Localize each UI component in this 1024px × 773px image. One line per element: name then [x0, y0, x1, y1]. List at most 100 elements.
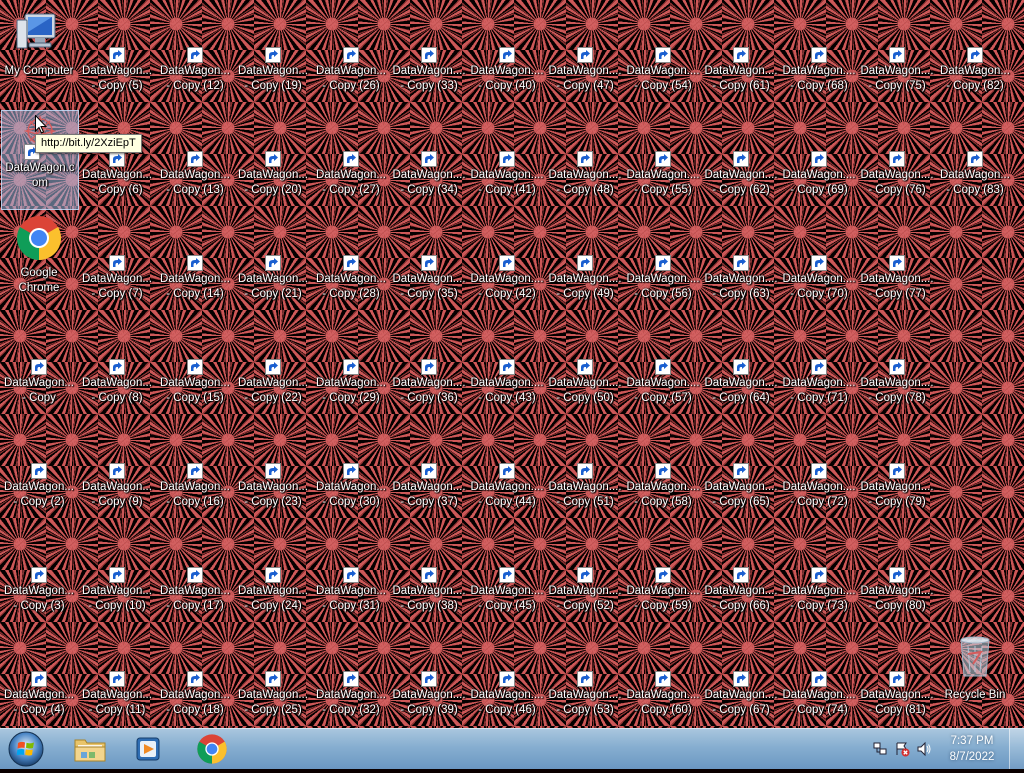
datawagon-copy-shortcut[interactable]: DataWagon.... - Copy (71)	[780, 318, 858, 418]
datawagon-copy-shortcut[interactable]: DataWagon... - Copy (10)	[78, 526, 156, 626]
shortcut-label-line2: - Copy (16)	[166, 496, 224, 508]
datawagon-copy-shortcut[interactable]: DataWagon... - Copy (4)	[0, 630, 78, 728]
datawagon-copy-shortcut[interactable]: DataWagon.... - Copy (81)	[858, 630, 936, 728]
datawagon-copy-shortcut[interactable]: DataWagon.... - Copy (75)	[858, 6, 936, 106]
datawagon-copy-shortcut[interactable]: DataWagon.... - Copy (39)	[390, 630, 468, 728]
datawagon-copy-shortcut[interactable]: DataWagon.... - Copy (37)	[390, 422, 468, 522]
datawagon-copy-shortcut[interactable]: DataWagon... - Copy (17)	[156, 526, 234, 626]
datawagon-copy-shortcut[interactable]: DataWagon.... - Copy (66)	[702, 526, 780, 626]
datawagon-copy-shortcut[interactable]: DataWagon.... - Copy (58)	[624, 422, 702, 522]
datawagon-copy-shortcut[interactable]: DataWagon.... - Copy (59)	[624, 526, 702, 626]
datawagon-copy-shortcut[interactable]: DataWagon.... - Copy (73)	[780, 526, 858, 626]
shortcut-arrow-icon	[265, 671, 281, 687]
datawagon-copy-shortcut[interactable]: DataWagon.... - Copy (34)	[390, 110, 468, 210]
datawagon-copy-shortcut[interactable]: DataWagon... - Copy (5)	[78, 6, 156, 106]
datawagon-copy-shortcut[interactable]: DataWagon.... - Copy (57)	[624, 318, 702, 418]
datawagon-copy-shortcut[interactable]: DataWagon.... - Copy (68)	[780, 6, 858, 106]
datawagon-copy-shortcut[interactable]: DataWagon... - Copy (9)	[78, 422, 156, 522]
datawagon-copy-shortcut[interactable]: DataWagon.... - Copy (50)	[546, 318, 624, 418]
recycle-bin-tile[interactable]: Recycle Bin	[936, 630, 1014, 728]
datawagon-copy-shortcut[interactable]: DataWagon.... - Copy (64)	[702, 318, 780, 418]
datawagon-copy-shortcut[interactable]: DataWagon... - Copy (30)	[312, 422, 390, 522]
datawagon-copy-shortcut[interactable]: DataWagon.... - Copy (70)	[780, 214, 858, 314]
datawagon-copy-shortcut[interactable]: DataWagon... - Copy (19)	[234, 6, 312, 106]
action-center-icon[interactable]	[894, 741, 910, 757]
datawagon-copy-shortcut[interactable]: DataWagon... - Copy (32)	[312, 630, 390, 728]
datawagon-copy-shortcut[interactable]: DataWagon.... - Copy (76)	[858, 110, 936, 210]
datawagon-copy-shortcut[interactable]: DataWagon... - Copy (27)	[312, 110, 390, 210]
datawagon-copy-shortcut[interactable]: DataWagon.... - Copy (65)	[702, 422, 780, 522]
datawagon-copy-shortcut[interactable]: DataWagon.... - Copy (41)	[468, 110, 546, 210]
datawagon-copy-shortcut[interactable]: DataWagon.... - Copy (49)	[546, 214, 624, 314]
shortcut-arrow-icon	[655, 255, 671, 271]
datawagon-copy-shortcut[interactable]: DataWagon.... - Copy (63)	[702, 214, 780, 314]
show-desktop-button[interactable]	[1009, 729, 1024, 769]
network-icon[interactable]	[872, 741, 888, 757]
datawagon-copy-shortcut[interactable]: DataWagon... - Copy (3)	[0, 526, 78, 626]
datawagon-copy-shortcut[interactable]: DataWagon... - Copy (13)	[156, 110, 234, 210]
datawagon-copy-shortcut[interactable]: DataWagon... - Copy (82)	[936, 6, 1014, 106]
datawagon-copy-shortcut[interactable]: DataWagon... - Copy (24)	[234, 526, 312, 626]
datawagon-copy-shortcut[interactable]: DataWagon.... - Copy (36)	[390, 318, 468, 418]
datawagon-copy-shortcut[interactable]: DataWagon... - Copy (21)	[234, 214, 312, 314]
datawagon-copy-shortcut[interactable]: DataWagon.... - Copy (55)	[624, 110, 702, 210]
datawagon-copy-shortcut[interactable]: DataWagon.... - Copy (62)	[702, 110, 780, 210]
datawagon-copy-shortcut[interactable]: DataWagon... - Copy (6)	[78, 110, 156, 210]
datawagon-copy-shortcut[interactable]: DataWagon.... - Copy (67)	[702, 630, 780, 728]
datawagon-copy-shortcut[interactable]: DataWagon... - Copy (22)	[234, 318, 312, 418]
datawagon-copy-shortcut[interactable]: DataWagon.... - Copy (78)	[858, 318, 936, 418]
datawagon-copy-shortcut[interactable]: DataWagon... - Copy (29)	[312, 318, 390, 418]
datawagon-copy-shortcut[interactable]: DataWagon.... - Copy (43)	[468, 318, 546, 418]
datawagon-copy-shortcut[interactable]: DataWagon... - Copy (2)	[0, 422, 78, 522]
datawagon-copy-shortcut[interactable]: DataWagon.... - Copy (52)	[546, 526, 624, 626]
datawagon-copy-shortcut[interactable]: DataWagon... - Copy (23)	[234, 422, 312, 522]
datawagon-copy-shortcut[interactable]: DataWagon.... - Copy (42)	[468, 214, 546, 314]
datawagon-copy-shortcut[interactable]: DataWagon.... - Copy (56)	[624, 214, 702, 314]
datawagon-copy-shortcut[interactable]: DataWagon... - Copy (11)	[78, 630, 156, 728]
datawagon-copy-shortcut[interactable]: DataWagon.... - Copy (33)	[390, 6, 468, 106]
datawagon-copy-shortcut[interactable]: DataWagon.... - Copy (44)	[468, 422, 546, 522]
datawagon-copy-shortcut[interactable]: DataWagon.... - Copy (79)	[858, 422, 936, 522]
taskbar-media-player-button[interactable]	[122, 730, 174, 768]
datawagon-copy-shortcut[interactable]: DataWagon... - Copy (28)	[312, 214, 390, 314]
datawagon-copy-shortcut[interactable]: DataWagon... - Copy (16)	[156, 422, 234, 522]
datawagon-copy-shortcut[interactable]: DataWagon.... - Copy (40)	[468, 6, 546, 106]
shortcut-label-line2: - Copy (52)	[556, 600, 614, 612]
datawagon-copy-shortcut[interactable]: DataWagon.... - Copy (72)	[780, 422, 858, 522]
taskbar-chrome-button[interactable]	[186, 730, 238, 768]
datawagon-copy-shortcut[interactable]: DataWagon.... - Copy (80)	[858, 526, 936, 626]
datawagon-copy-shortcut[interactable]: DataWagon.... - Copy (53)	[546, 630, 624, 728]
datawagon-copy-shortcut[interactable]: DataWagon... - Copy (25)	[234, 630, 312, 728]
datawagon-copy-shortcut[interactable]: DataWagon... - Copy (14)	[156, 214, 234, 314]
datawagon-copy-shortcut[interactable]: DataWagon.... - Copy (74)	[780, 630, 858, 728]
clock[interactable]: 7:37 PM 8/7/2022	[942, 733, 1002, 765]
my-computer-icon-tile[interactable]: My Computer	[0, 6, 78, 106]
datawagon-copy-shortcut[interactable]: DataWagon.... - Copy (60)	[624, 630, 702, 728]
taskbar-explorer-button[interactable]	[64, 730, 116, 768]
datawagon-copy-shortcut[interactable]: DataWagon.... - Copy (51)	[546, 422, 624, 522]
datawagon-copy-shortcut[interactable]: DataWagon... - Copy (7)	[78, 214, 156, 314]
google-chrome-shortcut[interactable]: Google Chrome	[0, 214, 78, 314]
datawagon-copy-shortcut[interactable]: DataWagon... - Copy (15)	[156, 318, 234, 418]
datawagon-copy-shortcut[interactable]: DataWagon... - Copy (8)	[78, 318, 156, 418]
start-button[interactable]	[4, 730, 48, 768]
datawagon-copy-shortcut[interactable]: DataWagon.... - Copy (77)	[858, 214, 936, 314]
datawagon-copy-shortcut[interactable]: DataWagon... - Copy (18)	[156, 630, 234, 728]
datawagon-copy-shortcut[interactable]: DataWagon... - Copy (12)	[156, 6, 234, 106]
datawagon-copy-shortcut[interactable]: DataWagon.... - Copy (35)	[390, 214, 468, 314]
datawagon-copy-shortcut[interactable]: DataWagon.... - Copy (38)	[390, 526, 468, 626]
datawagon-copy-shortcut[interactable]: DataWagon.... - Copy (48)	[546, 110, 624, 210]
datawagon-copy-shortcut[interactable]: DataWagon... - Copy (20)	[234, 110, 312, 210]
datawagon-copy-shortcut[interactable]: DataWagon.... - Copy (54)	[624, 6, 702, 106]
volume-icon[interactable]	[916, 741, 932, 757]
datawagon-copy-shortcut[interactable]: DataWagon.... - Copy (69)	[780, 110, 858, 210]
datawagon-copy-shortcut[interactable]: DataWagon.... - Copy (46)	[468, 630, 546, 728]
datawagon-copy-shortcut[interactable]: DataWagon.... - Copy (61)	[702, 6, 780, 106]
datawagon-copy-shortcut[interactable]: DataWagon.... - Copy (47)	[546, 6, 624, 106]
desktop[interactable]: My Computer DataWagon.c om Google Chrome…	[0, 0, 1024, 728]
datawagon-copy-shortcut[interactable]: DataWagon... - Copy (83)	[936, 110, 1014, 210]
datawagon-copy-shortcut[interactable]: DataWagon... - Copy (26)	[312, 6, 390, 106]
datawagon-copy-shortcut[interactable]: DataWagon... - Copy (31)	[312, 526, 390, 626]
datawagon-copy-shortcut[interactable]: DataWagon... - Copy	[0, 318, 78, 418]
datawagon-copy-shortcut[interactable]: DataWagon.... - Copy (45)	[468, 526, 546, 626]
